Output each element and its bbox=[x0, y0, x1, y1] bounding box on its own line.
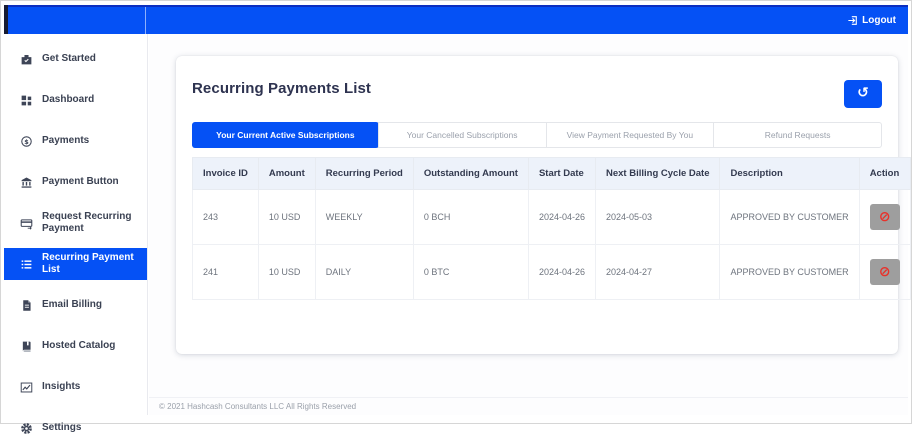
sidebar: Get Started Dashboard $ Payments Payment… bbox=[4, 34, 148, 434]
cell-outstanding-amount: 0 BTC bbox=[412, 244, 529, 300]
cell-action: ⊘ bbox=[858, 189, 911, 245]
app-window: Logout Get Started Dashboard $ Payments … bbox=[0, 0, 912, 434]
sidebar-item-label: Recurring Payment List bbox=[42, 252, 134, 275]
sidebar-item-label: Request Recurring Payment bbox=[42, 211, 132, 234]
cell-description: APPROVED BY CUSTOMER bbox=[719, 244, 860, 300]
col-start-date: Start Date bbox=[527, 157, 597, 190]
recurring-payment-list-icon bbox=[20, 258, 33, 271]
table-header-row: Invoice ID Amount Recurring Period Outst… bbox=[192, 157, 911, 190]
cell-invoice-id: 243 bbox=[192, 189, 259, 245]
tab-label: View Payment Requested By You bbox=[566, 130, 694, 140]
page-title: Recurring Payments List bbox=[192, 80, 372, 97]
sidebar-item-request-recurring-payment[interactable]: Request Recurring Payment bbox=[4, 207, 147, 239]
sidebar-item-label: Get Started bbox=[42, 53, 96, 64]
logout-icon bbox=[847, 15, 858, 26]
sidebar-item-label: Payments bbox=[42, 135, 90, 146]
sidebar-item-dashboard[interactable]: Dashboard bbox=[4, 84, 147, 116]
sidebar-item-email-billing[interactable]: Email Billing bbox=[4, 289, 147, 321]
dashboard-icon bbox=[20, 94, 33, 107]
request-recurring-payment-icon bbox=[20, 217, 33, 230]
cell-amount: 10 USD bbox=[257, 244, 316, 300]
col-amount: Amount bbox=[257, 157, 316, 190]
col-next-billing-cycle-date: Next Billing Cycle Date bbox=[594, 157, 721, 190]
cell-invoice-id: 241 bbox=[192, 244, 259, 300]
sidebar-item-label: Payment Button bbox=[42, 176, 119, 187]
cell-start-date: 2024-04-26 bbox=[527, 189, 597, 245]
tab-label: Your Cancelled Subscriptions bbox=[406, 130, 518, 140]
cell-next-billing-cycle-date: 2024-05-03 bbox=[594, 189, 721, 245]
brand-strip bbox=[4, 5, 8, 34]
hosted-catalog-icon bbox=[20, 340, 33, 353]
tab-cancelled-subscriptions[interactable]: Your Cancelled Subscriptions bbox=[377, 123, 546, 147]
cell-action: ⊘ bbox=[858, 244, 911, 300]
sidebar-item-label: Insights bbox=[42, 381, 81, 392]
history-icon: ↺ bbox=[857, 85, 869, 101]
sidebar-item-label: Dashboard bbox=[42, 94, 95, 105]
main-content: Recurring Payments List ↺ Your Current A… bbox=[149, 34, 911, 415]
sidebar-item-label: Hosted Catalog bbox=[42, 340, 116, 351]
table-row: 243 10 USD WEEKLY 0 BCH 2024-04-26 2024-… bbox=[192, 189, 911, 245]
svg-text:$: $ bbox=[24, 137, 29, 145]
topbar-divider bbox=[145, 7, 146, 34]
table-row: 241 10 USD DAILY 0 BTC 2024-04-26 2024-0… bbox=[192, 244, 911, 300]
cancel-subscription-button[interactable]: ⊘ bbox=[869, 259, 900, 285]
cell-start-date: 2024-04-26 bbox=[527, 244, 597, 300]
get-started-icon bbox=[20, 53, 33, 66]
sidebar-item-payment-button[interactable]: Payment Button bbox=[4, 166, 147, 198]
payments-icon: $ bbox=[20, 135, 33, 148]
sidebar-item-payments[interactable]: $ Payments bbox=[4, 125, 147, 157]
col-action: Action bbox=[858, 157, 911, 190]
history-button[interactable]: ↺ bbox=[844, 80, 882, 108]
settings-icon bbox=[20, 422, 33, 435]
cell-recurring-period: WEEKLY bbox=[314, 189, 414, 245]
sidebar-item-insights[interactable]: Insights bbox=[4, 371, 147, 403]
copyright-footer: © 2021 Hashcash Consultants LLC All Righ… bbox=[149, 397, 908, 415]
sidebar-item-get-started[interactable]: Get Started bbox=[4, 43, 147, 75]
col-invoice-id: Invoice ID bbox=[192, 157, 259, 190]
subscription-tabs: Your Current Active Subscriptions Your C… bbox=[192, 122, 882, 148]
cell-description: APPROVED BY CUSTOMER bbox=[719, 189, 860, 245]
col-recurring-period: Recurring Period bbox=[314, 157, 414, 190]
cell-outstanding-amount: 0 BCH bbox=[412, 189, 529, 245]
cell-next-billing-cycle-date: 2024-04-27 bbox=[594, 244, 721, 300]
logout-button[interactable]: Logout bbox=[847, 15, 908, 26]
tab-refund-requests[interactable]: Refund Requests bbox=[713, 123, 881, 147]
tab-view-payment-requested[interactable]: View Payment Requested By You bbox=[545, 123, 714, 147]
col-outstanding-amount: Outstanding Amount bbox=[412, 157, 529, 190]
sidebar-item-hosted-catalog[interactable]: Hosted Catalog bbox=[4, 330, 147, 362]
logout-label: Logout bbox=[862, 15, 896, 26]
subscriptions-table: Invoice ID Amount Recurring Period Outst… bbox=[192, 157, 911, 300]
tab-label: Refund Requests bbox=[764, 130, 831, 140]
email-billing-icon bbox=[20, 299, 33, 312]
cell-recurring-period: DAILY bbox=[314, 244, 414, 300]
cancel-subscription-button[interactable]: ⊘ bbox=[869, 204, 900, 230]
sidebar-item-recurring-payment-list[interactable]: Recurring Payment List bbox=[4, 248, 147, 280]
cell-amount: 10 USD bbox=[257, 189, 316, 245]
recurring-payments-card: Recurring Payments List ↺ Your Current A… bbox=[176, 56, 911, 354]
payment-button-icon bbox=[20, 176, 33, 189]
copyright-text: © 2021 Hashcash Consultants LLC All Righ… bbox=[159, 402, 357, 411]
tab-current-active-subscriptions[interactable]: Your Current Active Subscriptions bbox=[192, 122, 379, 148]
cancel-icon: ⊘ bbox=[878, 209, 891, 225]
col-description: Description bbox=[719, 157, 860, 190]
cancel-icon: ⊘ bbox=[878, 264, 891, 280]
tab-label: Your Current Active Subscriptions bbox=[216, 130, 355, 140]
top-bar: Logout bbox=[4, 5, 908, 34]
sidebar-item-label: Email Billing bbox=[42, 299, 103, 310]
sidebar-item-settings[interactable]: Settings bbox=[4, 412, 147, 444]
insights-icon bbox=[20, 381, 33, 394]
